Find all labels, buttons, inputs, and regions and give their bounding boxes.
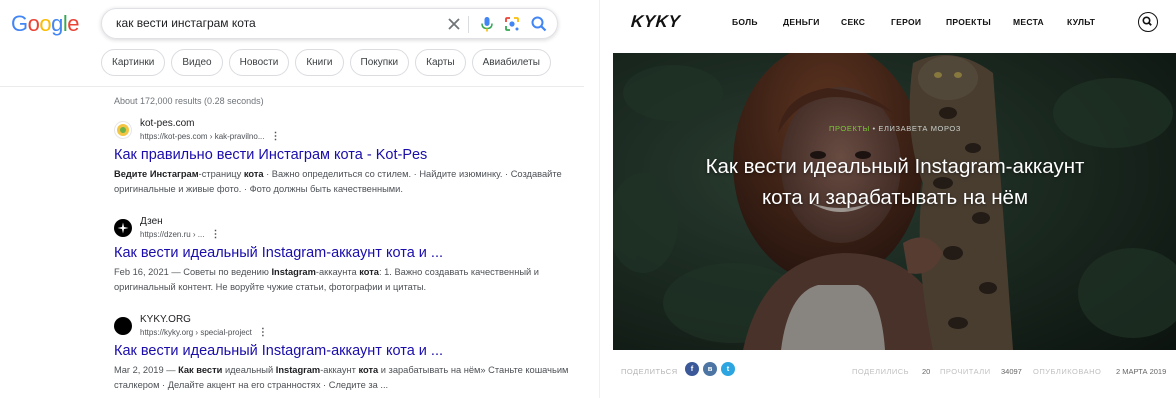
result-url-text: https://dzen.ru › ... [140, 230, 205, 239]
snippet-bold: Инстаграм [149, 169, 199, 179]
kot-pes-favicon-icon [114, 121, 132, 139]
snippet-bold: Instagram [271, 267, 316, 277]
chip-shopping[interactable]: Покупки [349, 49, 410, 76]
search-input[interactable]: как вести инстаграм кота [116, 16, 256, 30]
nav-item-projects[interactable]: ПРОЕКТЫ [946, 17, 1013, 27]
logo-letter: e [67, 11, 80, 36]
headline-line: Как вести идеальный Instagram-аккаунт [705, 155, 1085, 178]
logo-letter: o [27, 11, 40, 36]
search-result: kot-pes.com https://kot-pes.com › kak-pr… [114, 118, 574, 197]
mic-icon[interactable] [477, 14, 497, 34]
shares-count: 20 [922, 367, 931, 376]
result-url-text: https://kot-pes.com › kak-pravilno... [140, 132, 265, 141]
result-source[interactable]: KYKY.ORG https://kyky.org › special-proj… [114, 314, 574, 340]
google-logo[interactable]: Google [11, 11, 80, 37]
chip-maps[interactable]: Карты [415, 49, 466, 76]
snippet-text: идеальный [222, 365, 276, 375]
published-label: ОПУБЛИКОВАНО [1033, 367, 1102, 376]
result-title-link[interactable]: Как правильно вести Инстаграм кота - Kot… [114, 147, 574, 163]
result-source[interactable]: Дзен https://dzen.ru › ... ⋮ [114, 216, 574, 242]
chip-books[interactable]: Книги [295, 49, 344, 76]
article-headline: Как вести идеальный Instagram-аккаунт ко… [613, 151, 1176, 213]
author-name[interactable]: • ЕЛИЗАВЕТА МОРОЗ [870, 124, 961, 133]
more-options-icon[interactable]: ⋮ [210, 229, 220, 240]
result-title-link[interactable]: Как вести идеальный Instagram-аккаунт ко… [114, 343, 574, 359]
kyky-article-panel: KYKY БОЛЬ ДЕНЬГИ СЕКС ГЕРОИ ПРОЕКТЫ МЕСТ… [599, 0, 1176, 398]
nav-item-sex[interactable]: СЕКС [841, 17, 891, 27]
result-site-name: Дзен [140, 216, 163, 227]
chip-images[interactable]: Картинки [101, 49, 166, 76]
result-snippet: Feb 16, 2021 — Советы по ведению Instagr… [114, 265, 574, 295]
site-search-button[interactable] [1138, 12, 1158, 32]
result-source[interactable]: kot-pes.com https://kot-pes.com › kak-pr… [114, 118, 574, 144]
kyky-favicon-icon [114, 317, 132, 335]
result-snippet: Ведите Инстаграм-страницу кота · Важно о… [114, 167, 574, 197]
snippet-text: -страницу [198, 169, 244, 179]
snippet-bold: Как вести [178, 365, 223, 375]
snippet-bold: кота [243, 169, 264, 179]
result-url: https://kot-pes.com › kak-pravilno... ⋮ [140, 131, 281, 142]
logo-letter: G [11, 11, 28, 36]
published-date: 2 МАРТА 2019 [1116, 367, 1167, 376]
search-box[interactable]: как вести инстаграм кота [101, 8, 558, 39]
result-title-link[interactable]: Как вести идеальный Instagram-аккаунт ко… [114, 245, 574, 261]
result-stats: About 172,000 results (0.28 seconds) [114, 96, 264, 106]
hero-image: ПРОЕКТЫ • ЕЛИЗАВЕТА МОРОЗ Как вести идеа… [613, 53, 1176, 350]
nav-item-places[interactable]: МЕСТА [1013, 17, 1067, 27]
nav-item-pain[interactable]: БОЛЬ [732, 17, 783, 27]
search-divider [468, 16, 469, 33]
nav-item-money[interactable]: ДЕНЬГИ [783, 17, 841, 27]
snippet-bold: кота [358, 365, 379, 375]
nav-item-heroes[interactable]: ГЕРОИ [891, 17, 946, 27]
snippet-date: Feb 16, 2021 — Советы по ведению [114, 267, 272, 277]
google-search-panel: Google как вести инстаграм кота Картинки… [0, 0, 598, 398]
result-url: https://dzen.ru › ... ⋮ [140, 229, 220, 240]
dzen-favicon-icon [114, 219, 132, 237]
clear-icon[interactable] [444, 14, 464, 34]
chip-news[interactable]: Новости [228, 49, 290, 76]
result-url-text: https://kyky.org › special-project [140, 328, 252, 337]
logo-letter: g [51, 11, 63, 36]
chip-flights[interactable]: Авиабилеты [471, 49, 551, 76]
reads-count: 34097 [1001, 367, 1022, 376]
search-filter-chips: Картинки Видео Новости Книги Покупки Кар… [101, 49, 551, 76]
kyky-logo[interactable]: KYKY [630, 12, 681, 32]
reads-label: ПРОЧИТАЛИ [940, 367, 991, 376]
snippet-bold: Instagram [275, 365, 321, 375]
result-snippet: Mar 2, 2019 — Как вести идеальный Instag… [114, 363, 574, 393]
telegram-icon[interactable]: t [721, 362, 735, 376]
share-label: ПОДЕЛИТЬСЯ [621, 367, 678, 376]
chip-video[interactable]: Видео [171, 49, 223, 76]
result-url: https://kyky.org › special-project ⋮ [140, 327, 268, 338]
more-options-icon[interactable]: ⋮ [271, 131, 281, 142]
search-icon [1142, 16, 1152, 26]
search-result: Дзен https://dzen.ru › ... ⋮ Как вести ид… [114, 216, 574, 295]
lens-icon[interactable] [502, 14, 522, 34]
snippet-date: Mar 2, 2019 — [114, 365, 179, 375]
snippet-text: -аккаунт [320, 365, 359, 375]
search-result: KYKY.ORG https://kyky.org › special-proj… [114, 314, 574, 393]
article-meta: ПРОЕКТЫ • ЕЛИЗАВЕТА МОРОЗ [613, 124, 1176, 133]
snippet-lead: Ведите [114, 169, 150, 179]
vk-icon[interactable]: в [703, 362, 717, 376]
article-footer: ПОДЕЛИТЬСЯ f в t ПОДЕЛИЛИСЬ 20 ПРОЧИТАЛИ… [613, 356, 1176, 386]
result-site-name: kot-pes.com [140, 118, 195, 129]
main-nav: БОЛЬ ДЕНЬГИ СЕКС ГЕРОИ ПРОЕКТЫ МЕСТА КУЛ… [732, 17, 1095, 27]
category-link[interactable]: ПРОЕКТЫ [829, 124, 870, 133]
result-site-name: KYKY.ORG [140, 314, 191, 325]
snippet-bold: кота [359, 267, 379, 277]
header-divider [0, 86, 584, 87]
shares-label: ПОДЕЛИЛИСЬ [852, 367, 910, 376]
facebook-icon[interactable]: f [685, 362, 699, 376]
nav-item-cult[interactable]: КУЛЬТ [1067, 17, 1095, 27]
more-options-icon[interactable]: ⋮ [258, 327, 268, 338]
headline-line: кота и зарабатывать на нём [761, 186, 1029, 209]
logo-letter: o [39, 11, 52, 36]
search-icon[interactable] [529, 14, 549, 34]
snippet-text: -аккаунта [315, 267, 360, 277]
